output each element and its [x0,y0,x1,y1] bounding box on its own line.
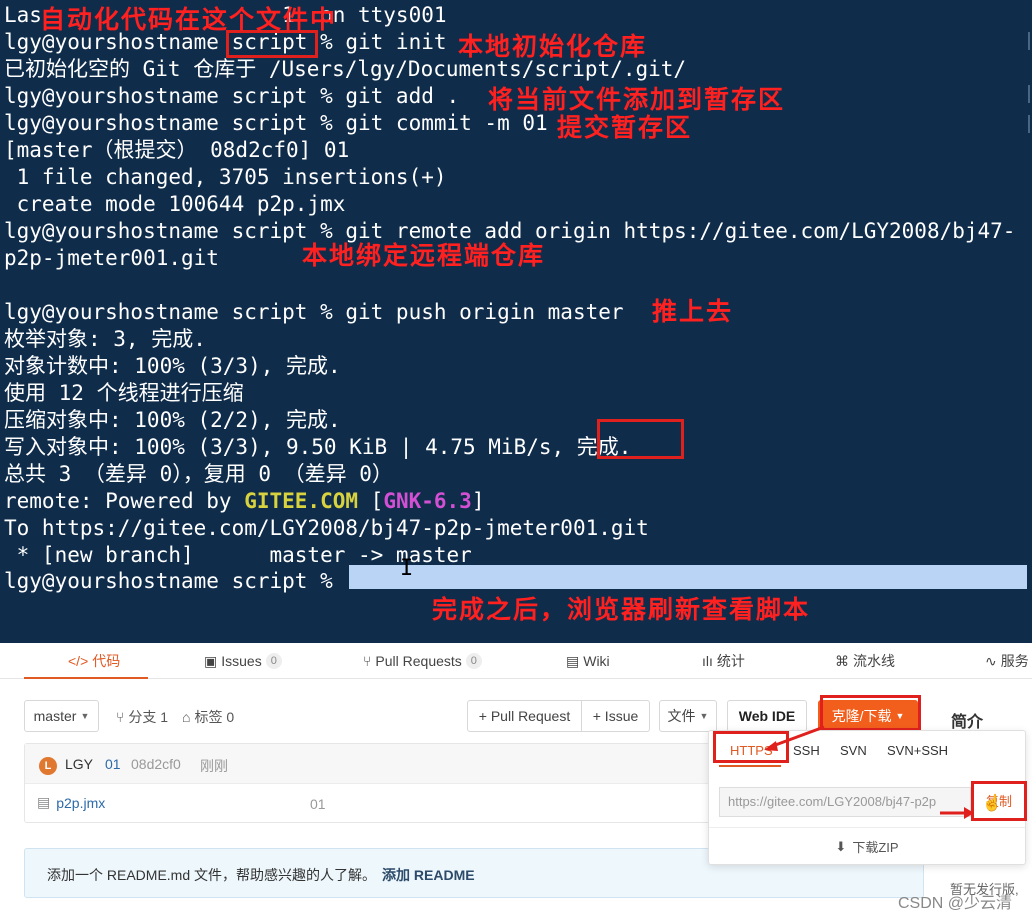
terminal-line: lgy@yourshostname script % git commit -m… [4,111,548,135]
terminal-line: lgy@yourshostname script % git push orig… [4,300,624,324]
tab-label: 统计 [716,653,745,669]
scroll-mark [1024,85,1030,103]
branch-name: master [33,708,77,724]
commit-time: 刚刚 [200,758,228,774]
terminal-line: create mode 100644 p2p.jmx [4,192,346,216]
tab-count: 0 [265,653,282,669]
caret-down-icon: ▼ [80,711,90,721]
annotation-refresh: 完成之后，浏览器刷新查看脚本 [432,595,811,624]
tab-count: 0 [465,653,482,669]
pipeline-icon: ⌘ [835,653,849,669]
terminal-line: 使用 12 个线程进行压缩 [4,381,244,405]
pull-request-icon: ⑂ [363,653,372,669]
tag-count-label: 标签 0 [194,709,235,725]
issues-icon: ▣ [204,653,218,669]
terminal-line: lgy@yourshostname script % git add . [4,84,460,108]
branch-count-label: 分支 1 [128,709,169,725]
gitee-repo-page: </> 代码 ▣ Issues 0 ⑂ Pull Requests 0 ▤ Wi… [0,643,1032,920]
file-menu-label: 文件 [667,708,696,724]
tab-svn-ssh[interactable]: SVN+SSH [887,743,948,758]
csdn-watermark: CSDN @少云清 [898,895,1013,912]
active-tab-indicator [24,677,148,679]
tab-label: Pull Requests [375,653,462,669]
terminal-line: 对象计数中: 100% (3/3), 完成. [4,354,341,378]
commit-hash[interactable]: 08d2cf0 [131,756,181,772]
file-commit-message[interactable]: 01 [310,796,326,812]
remote-ver-open: [ [358,489,384,513]
terminal-line-remote: remote: Powered by GITEE.COM [GNK-6.3] [4,488,484,515]
readme-message: 添加一个 README.md 文件，帮助感兴趣的人了解。 [47,867,377,883]
table-row[interactable]: ▤ p2p.jmx [37,794,105,811]
text-selection-highlight [349,565,1027,589]
remote-brand: GITEE.COM [244,489,359,513]
clone-dropdown: HTTPS SSH SVN SVN+SSH https://gitee.com/… [708,730,1027,865]
caret-down-icon: ▼ [699,711,709,721]
tab-label: Wiki [583,653,610,669]
avatar[interactable]: L [39,757,57,775]
terminal-line: 枚举对象: 3, 完成. [4,327,206,351]
tab-label: 代码 [92,653,121,669]
remote-prefix: remote: Powered by [4,489,245,513]
file-name[interactable]: p2p.jmx [56,795,105,811]
intro-heading: 简介 [951,714,984,731]
add-readme-link[interactable]: 添加 README [382,867,475,883]
tab-pipeline[interactable]: ⌘ 流水线 [835,643,895,679]
terminal-line: 压缩对象中: 100% (2/2), 完成. [4,408,341,432]
highlight-box-done [597,419,684,459]
branch-count-link[interactable]: ⑂ 分支 1 [116,707,168,727]
annotation-arrow-icon [940,807,974,819]
commit-author[interactable]: LGY [65,756,93,772]
readme-prompt-text: 添加一个 README.md 文件，帮助感兴趣的人了解。 添加 README [47,865,475,885]
terminal-line: 总共 3 （差异 0），复用 0 （差异 0） [4,462,393,486]
file-menu-button[interactable]: 文件 ▼ [659,700,717,732]
tab-stats[interactable]: ılı 统计 [702,643,745,679]
pull-request-button[interactable]: + Pull Request [467,700,582,732]
ibeam-cursor-icon: I [400,556,414,581]
issue-button[interactable]: + Issue [581,700,650,732]
active-protocol-indicator [719,765,781,767]
repo-tabs: </> 代码 ▣ Issues 0 ⑂ Pull Requests 0 ▤ Wi… [0,643,1032,679]
terminal-line: 写入对象中: 100% (3/3), 9.50 KiB | 4.75 MiB/s… [4,435,632,459]
branch-icon: ⑂ [116,709,125,725]
terminal-prompt[interactable]: lgy@yourshostname script % [4,568,345,595]
pulse-icon: ∿ [985,653,997,669]
annotation-push: 推上去 [652,297,734,326]
commit-message[interactable]: 01 [105,756,121,772]
hand-pointer-icon: ☝ [982,795,1002,812]
annotation-remote-add: 本地绑定远程端仓库 [302,241,546,270]
download-zip-label: 下载ZIP [852,840,899,855]
tab-label: 流水线 [853,653,895,669]
terminal-line: [master（根提交） 08d2cf0] 01 [4,138,350,162]
terminal-line: To https://gitee.com/LGY2008/bj47-p2p-jm… [4,516,649,540]
terminal-line: 1 file changed, 3705 insertions(+) [4,165,447,189]
terminal-window[interactable]: Las 1 on ttys001 lgy@yourshostname scrip… [0,0,1032,643]
tab-wiki[interactable]: ▤ Wiki [566,643,610,679]
clone-url-field[interactable]: https://gitee.com/LGY2008/bj47-p2p [719,787,971,817]
bar-chart-icon: ılı [702,653,713,669]
annotation-git-init: 本地初始化仓库 [458,32,648,61]
annotation-git-commit: 提交暂存区 [557,113,693,142]
tab-label: 服务 [1000,653,1029,669]
file-icon: ▤ [37,794,51,810]
tab-svn[interactable]: SVN [840,743,867,758]
book-icon: ▤ [566,653,580,669]
download-icon: ⬇ [835,838,847,854]
tab-services[interactable]: ∿ 服务 [985,643,1029,679]
tab-issues[interactable]: ▣ Issues 0 [204,643,282,679]
annotation-script-folder: 自动化代码在这个文件中 [40,5,338,34]
tag-icon: ⌂ [182,709,191,725]
tab-label: Issues [221,653,262,669]
tag-count-link[interactable]: ⌂ 标签 0 [182,707,234,727]
code-icon: </> [68,653,89,669]
branch-select[interactable]: master ▼ [24,700,99,732]
scroll-mark [1024,32,1030,50]
annotation-arrow-icon [764,725,825,751]
tab-code[interactable]: </> 代码 [68,643,120,679]
scroll-mark [1024,115,1030,133]
download-zip-button[interactable]: ⬇ 下载ZIP [709,827,1025,865]
remote-ver-close: ] [471,489,485,513]
terminal-line: p2p-jmeter001.git [4,246,219,270]
remote-version: GNK-6.3 [383,489,472,513]
tab-pull-requests[interactable]: ⑂ Pull Requests 0 [363,643,482,679]
